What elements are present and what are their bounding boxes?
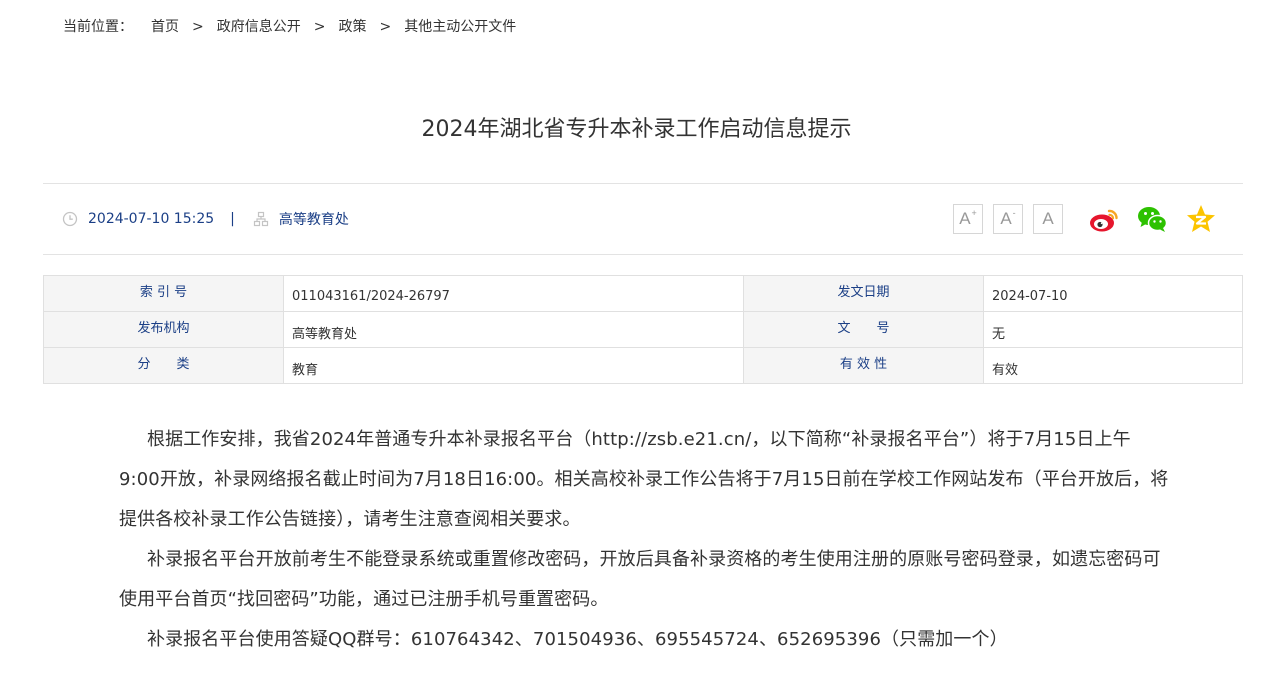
breadcrumb-other-docs-link[interactable]: 其他主动公开文件	[404, 16, 516, 38]
clock-icon	[62, 211, 78, 227]
category-value: 教育	[283, 347, 744, 384]
wechat-icon[interactable]	[1136, 202, 1170, 236]
breadcrumb-separator: >	[379, 19, 392, 35]
article-title: 2024年湖北省专升本补录工作启动信息提示	[421, 117, 852, 142]
article-meta: 2024-07-10 15:25 | 高等教育处	[62, 207, 349, 231]
publisher-label: 发布机构	[43, 311, 284, 348]
table-row: 发布机构 高等教育处 文 号 无	[43, 311, 1243, 348]
font-decrease-label: A	[1000, 209, 1012, 228]
body-paragraph: 补录报名平台开放前考生不能登录系统或重置修改密码，开放后具备补录资格的考生使用注…	[119, 549, 1161, 610]
breadcrumb: 当前位置： 首页 > 政府信息公开 > 政策 > 其他主动公开文件	[63, 16, 516, 38]
divider	[43, 254, 1243, 255]
index-number-value: 011043161/2024-26797	[283, 275, 744, 312]
font-decrease-button[interactable]: A-	[993, 204, 1023, 234]
issue-date-value: 2024-07-10	[983, 275, 1243, 312]
validity-label: 有 效 性	[743, 347, 984, 384]
breadcrumb-gov-info-link[interactable]: 政府信息公开	[217, 16, 301, 38]
font-size-controls: A + A- A	[953, 204, 1073, 234]
validity-value: 有效	[983, 347, 1243, 384]
index-number-label: 索 引 号	[43, 275, 284, 312]
breadcrumb-separator: >	[313, 19, 326, 35]
breadcrumb-home-link[interactable]: 首页	[151, 16, 179, 38]
breadcrumb-separator: >	[192, 19, 204, 35]
article-page: 当前位置： 首页 > 政府信息公开 > 政策 > 其他主动公开文件 2024年湖…	[0, 0, 1273, 692]
font-increase-mark: +	[971, 208, 977, 218]
breadcrumb-label: 当前位置：	[63, 19, 133, 35]
font-increase-button[interactable]: A +	[953, 204, 983, 234]
document-info-table: 索 引 号 011043161/2024-26797 发文日期 2024-07-…	[43, 275, 1243, 384]
meta-divider: |	[230, 211, 235, 227]
qzone-icon[interactable]	[1184, 202, 1218, 236]
department-name: 高等教育处	[278, 212, 349, 228]
body-paragraph: 根据工作安排，我省2024年普通专升本补录报名平台（http://zsb.e21…	[119, 429, 1169, 530]
issue-date-label: 发文日期	[743, 275, 984, 312]
publish-datetime: 2024-07-10 15:25	[88, 211, 215, 227]
font-reset-button[interactable]: A	[1033, 204, 1063, 234]
body-paragraph: 补录报名平台使用答疑QQ群号：610764342、701504936、69554…	[147, 629, 1008, 650]
org-structure-icon	[253, 211, 269, 227]
document-number-label: 文 号	[743, 311, 984, 348]
font-increase-label: A	[959, 209, 971, 228]
category-label: 分 类	[43, 347, 284, 384]
breadcrumb-policy-link[interactable]: 政策	[338, 16, 366, 38]
table-row: 分 类 教育 有 效 性 有效	[43, 347, 1243, 384]
font-decrease-mark: -	[1012, 208, 1016, 218]
font-reset-label: A	[1042, 209, 1054, 228]
divider	[43, 183, 1243, 184]
weibo-icon[interactable]	[1087, 202, 1121, 236]
article-body: 根据工作安排，我省2024年普通专升本补录报名平台（http://zsb.e21…	[119, 420, 1171, 660]
publisher-value: 高等教育处	[283, 311, 744, 348]
document-number-value: 无	[983, 311, 1243, 348]
table-row: 索 引 号 011043161/2024-26797 发文日期 2024-07-…	[43, 275, 1243, 312]
